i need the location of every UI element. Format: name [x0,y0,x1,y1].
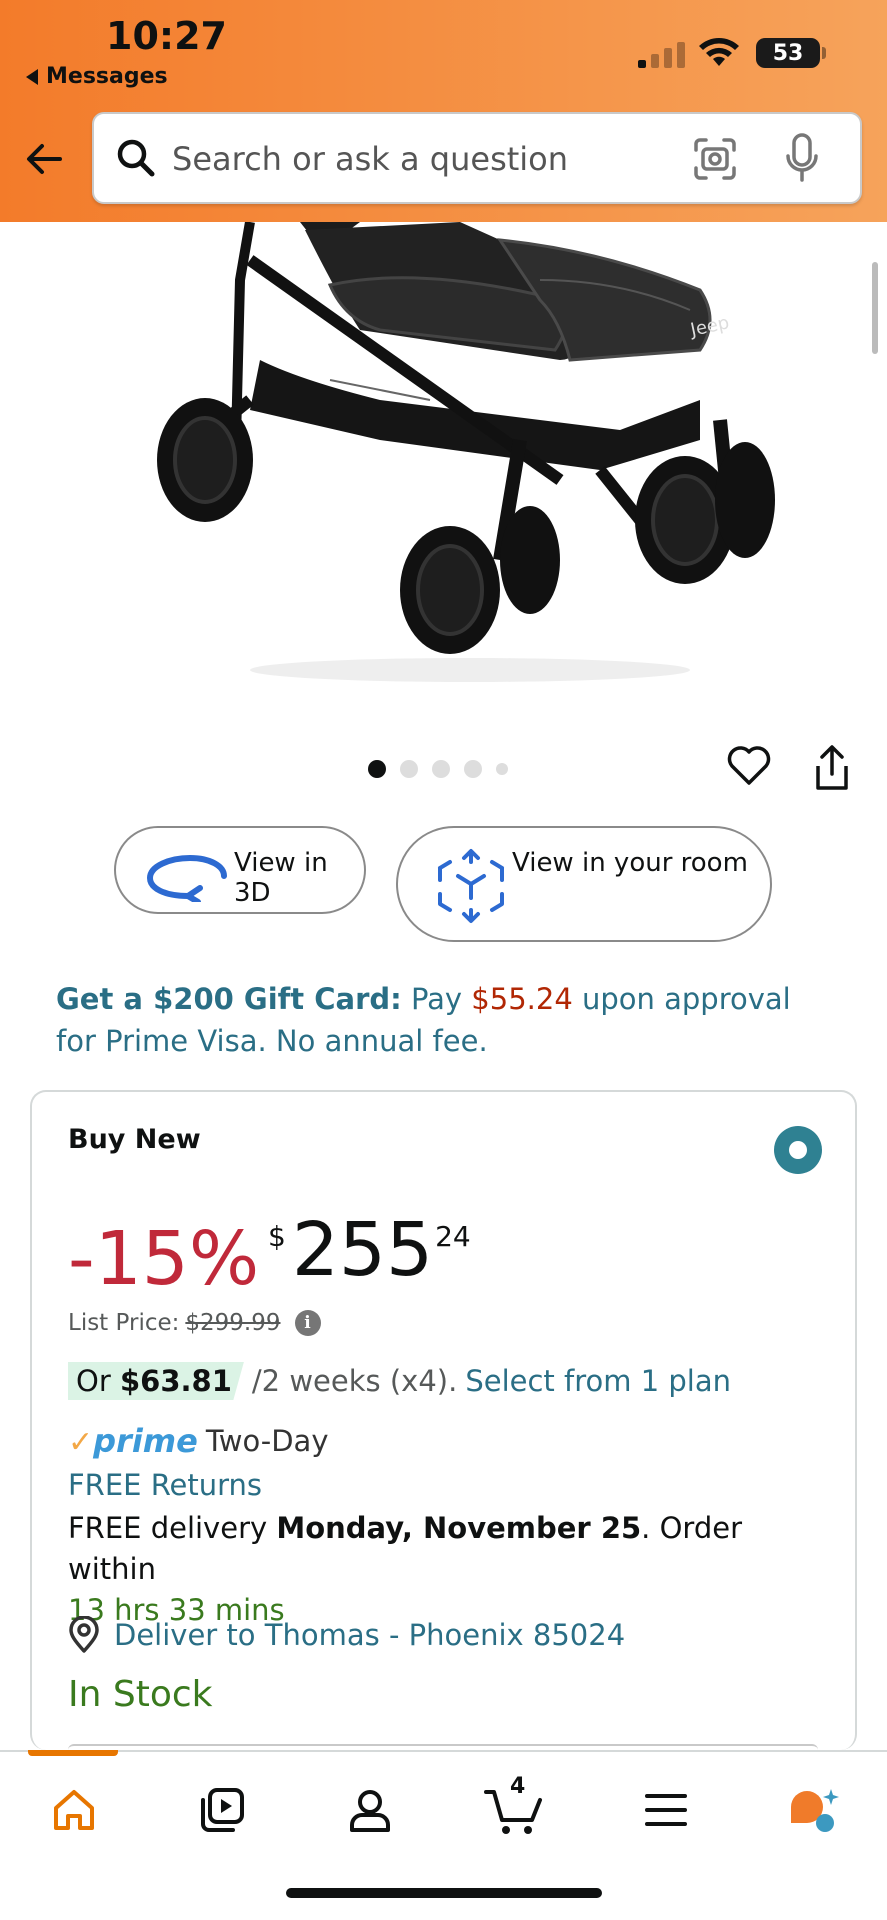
discount-percent: -15% [68,1216,260,1302]
camera-lens-icon[interactable] [692,136,738,182]
rotate-3d-icon [146,854,227,902]
stroller-image: Jeep [157,222,775,682]
list-price-value: $299.99 [185,1310,281,1336]
prime-speed: Two-Day [205,1424,329,1458]
view-in-3d-label: View in 3D [234,848,328,908]
cellular-signal-icon [638,40,685,68]
wheel-left [157,398,253,522]
delivery-prefix: FREE delivery [68,1511,268,1545]
installment-amount: $63.81 [119,1364,232,1398]
ai-assistant-icon [791,1789,839,1832]
delivery-info: FREE delivery Monday, November 25. Order… [68,1508,838,1631]
view-in-room-label: View in your room [512,848,748,878]
list-price-label: List Price: [68,1310,180,1336]
view-in-room-button[interactable]: View in your room [396,826,772,942]
deliver-to-label: Deliver to Thomas - Phoenix 85024 [114,1618,626,1652]
battery-cap [822,47,826,59]
delivery-date: Monday, November 25 [276,1511,642,1545]
search-bar[interactable] [92,112,862,204]
ar-cube-icon [438,849,504,923]
search-icon [117,139,155,177]
gallery-dot-2[interactable] [400,760,418,778]
header: 10:27 Messages 53 [0,0,887,222]
home-indicator[interactable] [286,1888,602,1898]
installment-offer: Or $63.81 /2 weeks (x4). Select from 1 p… [68,1362,731,1400]
person-icon [350,1790,390,1832]
scroll-indicator[interactable] [872,262,878,354]
buy-new-title: Buy New [68,1124,201,1155]
back-to-app-link[interactable]: Messages [26,64,168,89]
gallery-dot-4[interactable] [464,760,482,778]
tab-home[interactable] [44,1780,104,1840]
back-triangle-icon [26,68,38,85]
buy-new-radio[interactable] [774,1126,822,1174]
menu-icon [645,1794,687,1826]
price-currency: $ [268,1220,286,1253]
price-whole: 255 [291,1207,434,1293]
tab-account[interactable] [340,1780,400,1840]
price-fraction: 24 [435,1220,471,1253]
view-in-3d-button[interactable]: View in 3D [114,826,366,914]
product-image[interactable]: Jeep [0,222,887,722]
back-arrow-icon[interactable] [22,136,68,182]
prime-delivery: ✓ prime Two-Day [68,1422,329,1460]
active-tab-indicator [28,1750,118,1756]
gallery-dot-1[interactable] [368,760,386,778]
list-price: List Price: $299.99 i [68,1310,321,1336]
installment-prefix: Or [76,1364,111,1398]
promo-pay: Pay [410,982,463,1016]
back-app-label: Messages [46,64,168,89]
heart-icon[interactable] [726,742,772,788]
price: $ 255 24 [268,1210,471,1290]
cart-count-badge: 4 [510,1774,526,1799]
search-input[interactable] [172,134,672,184]
installment-terms: /2 weeks (x4). [251,1364,458,1398]
gift-card-promo[interactable]: Get a $200 Gift Card: Pay $55.24 upon ap… [56,978,836,1062]
tab-menu[interactable] [636,1780,696,1840]
status-time: 10:27 [106,14,227,58]
battery-icon: 53 [756,38,820,68]
home-icon [54,1790,94,1830]
gallery-dots[interactable] [368,760,508,778]
wifi-icon [699,38,739,66]
share-icon[interactable] [810,744,854,792]
prime-logo: ✓ prime [68,1422,198,1460]
location-pin-icon [69,1616,99,1653]
promo-headline: Get a $200 Gift Card: [56,982,402,1016]
video-play-icon [201,1788,244,1832]
gallery-dot-5[interactable] [496,763,508,775]
free-returns-link[interactable]: FREE Returns [68,1468,262,1502]
tab-video[interactable] [192,1780,252,1840]
installment-pill: Or $63.81 [68,1362,244,1400]
prime-check-icon: ✓ [68,1425,94,1460]
info-icon[interactable]: i [294,1310,321,1336]
prime-wordmark: prime [93,1422,198,1460]
promo-amount: $55.24 [471,982,573,1016]
buy-box: Buy New -15% $ 255 24 List Price: $299.9… [30,1090,857,1750]
tab-rufus[interactable] [784,1780,844,1840]
gallery-dot-3[interactable] [432,760,450,778]
microphone-icon[interactable] [784,132,820,184]
stock-status: In Stock [68,1674,213,1715]
select-plan-link[interactable]: Select from 1 plan [465,1364,731,1398]
deliver-to-link[interactable]: Deliver to Thomas - Phoenix 85024 [68,1616,625,1654]
